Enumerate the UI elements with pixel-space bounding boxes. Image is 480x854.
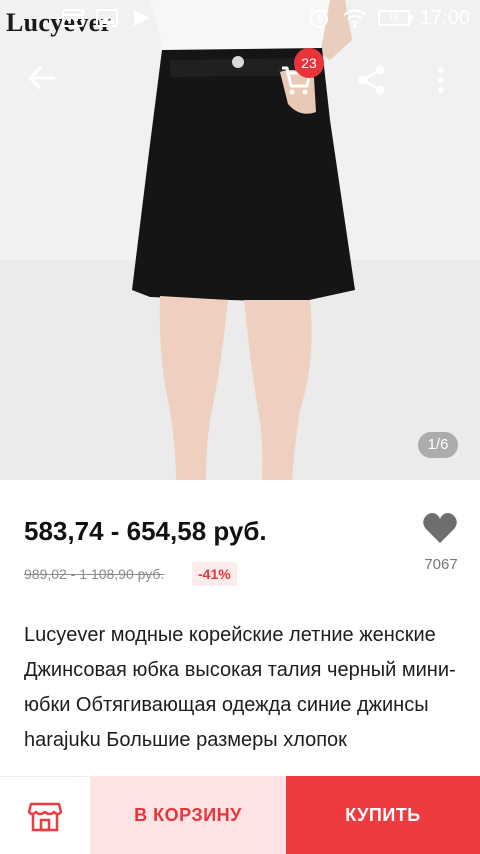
alarm-icon — [309, 8, 329, 28]
share-icon — [358, 65, 385, 95]
status-notifications — [60, 6, 154, 30]
wishlist-count: 7067 — [424, 556, 458, 573]
product-price: 583,74 - 654,58 руб. — [24, 516, 267, 546]
gallery-counter: 1/6 — [418, 432, 458, 458]
product-title[interactable]: Lucyever модные корейские летние женские… — [24, 618, 464, 758]
more-vertical-icon — [438, 67, 444, 93]
store-button[interactable] — [0, 776, 90, 854]
play-icon — [134, 10, 150, 26]
cart-count-badge: 23 — [294, 48, 324, 78]
status-system: 18 17:00 — [306, 6, 470, 30]
image-icon — [96, 9, 118, 27]
wishlist-button[interactable] — [420, 508, 460, 548]
product-old-price: 989,02 - 1 108,90 руб. — [24, 566, 165, 582]
bottom-action-bar: В КОРЗИНУ КУПИТЬ — [0, 776, 480, 854]
add-to-cart-button[interactable]: В КОРЗИНУ — [90, 776, 286, 854]
more-options-button[interactable] — [426, 60, 456, 100]
status-time: 17:00 — [419, 6, 470, 29]
buy-now-button[interactable]: КУПИТЬ — [286, 776, 480, 854]
battery-icon: 18 — [377, 10, 413, 26]
calendar-icon — [62, 9, 84, 27]
product-photo — [0, 0, 480, 480]
heart-icon — [423, 513, 457, 543]
back-arrow-icon — [28, 66, 56, 90]
discount-badge: -41% — [192, 562, 237, 586]
status-bar: 18 17:00 — [0, 0, 480, 38]
back-button[interactable] — [22, 58, 62, 98]
share-button[interactable] — [352, 60, 392, 100]
product-image-gallery[interactable]: Lucyever — [0, 0, 480, 480]
store-icon — [27, 802, 63, 831]
wifi-icon — [343, 9, 367, 28]
